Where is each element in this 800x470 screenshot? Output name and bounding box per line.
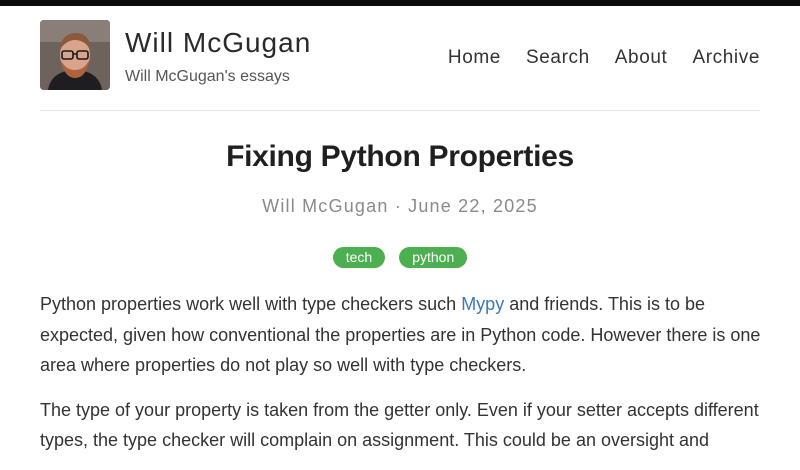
paragraph-2: The type of your property is taken from …	[40, 399, 759, 451]
header-divider	[40, 110, 760, 111]
nav-archive-link[interactable]: Archive	[692, 47, 760, 69]
post-title: Fixing Python Properties	[226, 140, 574, 173]
site-header: Will McGugan Will McGugan's essays Home …	[40, 20, 760, 110]
paragraph-1: Python properties work well with type ch…	[40, 289, 764, 381]
post-byline: Will McGugan · June 22, 2025	[262, 196, 538, 216]
mypy-link[interactable]: Mypy	[461, 294, 504, 314]
avatar[interactable]	[40, 20, 110, 90]
avatar-photo	[40, 20, 110, 90]
site-subtitle: Will McGugan's essays	[125, 68, 290, 85]
tag-list: tech python	[0, 247, 800, 268]
main-nav: Home Search About Archive	[448, 47, 760, 69]
tag-python[interactable]: python	[399, 247, 468, 268]
nav-about-link[interactable]: About	[615, 47, 668, 69]
post-content: Python properties work well with type ch…	[40, 289, 764, 470]
tag-tech[interactable]: tech	[332, 247, 386, 268]
paragraph-1-text-before: Python properties work well with type ch…	[40, 294, 462, 314]
nav-search-link[interactable]: Search	[526, 47, 590, 69]
site-title[interactable]: Will McGugan	[125, 27, 311, 59]
top-bar	[0, 0, 800, 6]
nav-home-link[interactable]: Home	[448, 47, 501, 69]
